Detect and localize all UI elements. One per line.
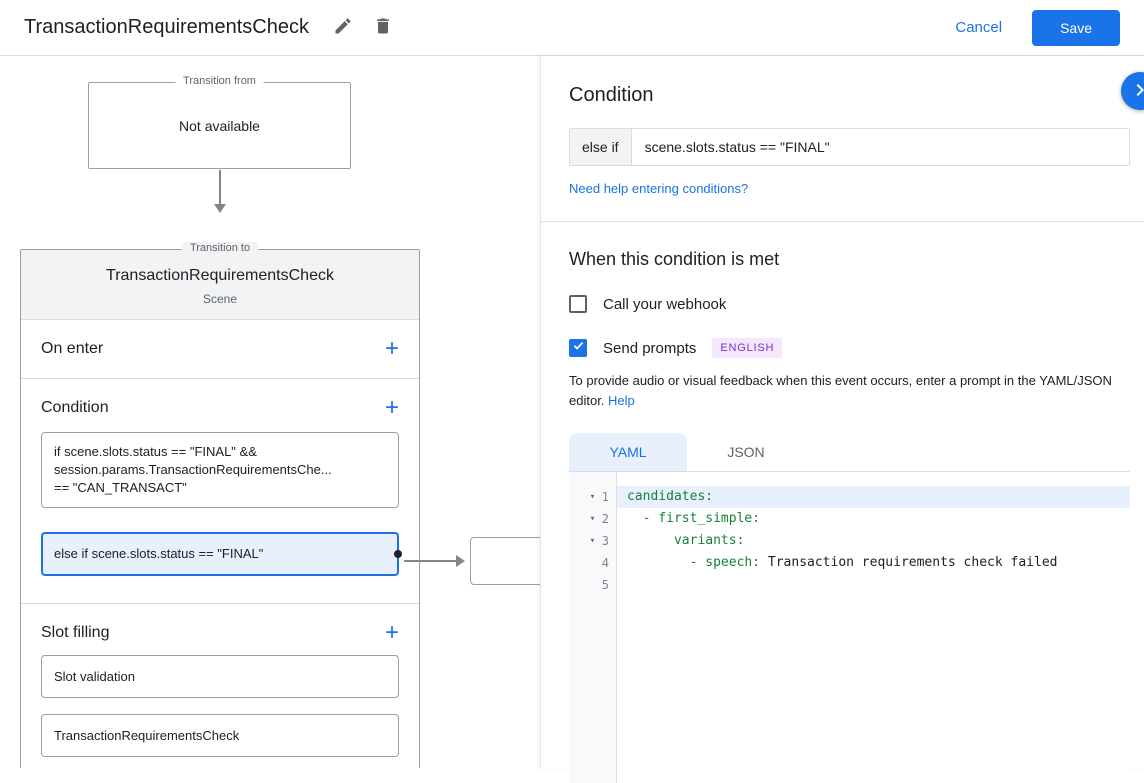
scene-title: TransactionRequirementsCheck	[33, 267, 407, 285]
pencil-icon	[333, 16, 353, 39]
collapse-arrow-icon[interactable]: ▾	[590, 492, 602, 502]
prompt-description: To provide audio or visual feedback when…	[569, 371, 1130, 411]
code-line-5[interactable]	[617, 574, 1130, 596]
code-line-1[interactable]: candidates:	[617, 486, 1130, 508]
webhook-checkbox[interactable]	[569, 295, 587, 313]
editor-tabs: YAML JSON	[569, 433, 1130, 471]
add-condition-button[interactable]: +	[385, 399, 399, 417]
line-number: 1	[602, 490, 609, 504]
gutter-row-3: ▾ 3	[569, 530, 616, 552]
collapse-arrow-icon[interactable]: ▾	[590, 536, 602, 546]
slot-filling-label: Slot filling	[41, 624, 109, 642]
slot-card-transaction-text: TransactionRequirementsCheck	[54, 728, 239, 743]
language-badge: ENGLISH	[712, 338, 782, 358]
line-number: 2	[602, 512, 609, 526]
condition-row[interactable]: Condition +	[21, 379, 419, 430]
condition-card-1-text: if scene.slots.status == "FINAL" && sess…	[54, 444, 332, 495]
slot-filling-section: Slot filling + Slot validation Transacti…	[21, 604, 419, 757]
condition-transition-arrow-icon	[456, 555, 465, 567]
tab-yaml[interactable]: YAML	[569, 433, 687, 471]
condition-section: Condition + if scene.slots.status == "FI…	[21, 379, 419, 604]
condition-editor-panel: Condition else if Need help entering con…	[540, 56, 1144, 768]
transition-arrow-line	[219, 170, 221, 204]
add-slot-button[interactable]: +	[385, 624, 399, 642]
delete-scene-button[interactable]	[367, 10, 399, 45]
line-number: 4	[602, 556, 609, 570]
chevron-right-icon	[1128, 78, 1144, 105]
slot-card-validation[interactable]: Slot validation	[41, 655, 399, 698]
on-enter-row[interactable]: On enter +	[21, 320, 419, 379]
send-prompts-row: Send prompts ENGLISH	[569, 338, 1130, 358]
code-line-2[interactable]: - first_simple:	[617, 508, 1130, 530]
collapse-arrow-icon[interactable]: ▾	[590, 514, 602, 524]
when-condition-met-title: When this condition is met	[569, 249, 1130, 270]
scene-header[interactable]: TransactionRequirementsCheck Scene	[21, 250, 419, 320]
edit-title-button[interactable]	[327, 10, 359, 45]
transition-from-box[interactable]: Transition from Not available	[88, 82, 351, 169]
slot-card-transaction[interactable]: TransactionRequirementsCheck	[41, 714, 399, 757]
line-number: 3	[602, 534, 609, 548]
transition-to-label: Transition to	[182, 242, 258, 254]
add-on-enter-button[interactable]: +	[385, 340, 399, 358]
editor-gutter: ▾ 1 ▾ 2 ▾ 3 4 5	[569, 472, 617, 783]
yaml-editor[interactable]: ▾ 1 ▾ 2 ▾ 3 4 5	[569, 471, 1130, 783]
prompt-description-text: To provide audio or visual feedback when…	[569, 373, 1112, 408]
gutter-row-2: ▾ 2	[569, 508, 616, 530]
slot-card-validation-text: Slot validation	[54, 669, 135, 684]
code-line-3[interactable]: variants:	[617, 530, 1130, 552]
help-link[interactable]: Help	[608, 393, 635, 408]
webhook-row: Call your webhook	[569, 295, 1130, 313]
gutter-row-4: 4	[569, 552, 616, 574]
transition-from-content: Not available	[89, 83, 350, 168]
condition-expression-input[interactable]	[632, 129, 1129, 165]
condition-card-2-selected[interactable]: else if scene.slots.status == "FINAL"	[41, 532, 399, 576]
check-icon	[572, 339, 585, 357]
scene-subtitle: Scene	[33, 292, 407, 306]
tab-json[interactable]: JSON	[687, 433, 805, 471]
page-title: TransactionRequirementsCheck	[24, 16, 309, 39]
code-line-4[interactable]: - speech: Transaction requirements check…	[617, 552, 1130, 574]
cancel-button[interactable]: Cancel	[951, 13, 1006, 42]
transition-target-box[interactable]	[470, 537, 540, 585]
send-prompts-checkbox[interactable]	[569, 339, 587, 357]
save-button[interactable]: Save	[1032, 10, 1120, 46]
webhook-label: Call your webhook	[603, 296, 726, 313]
condition-prefix-chip: else if	[570, 129, 632, 165]
on-enter-label: On enter	[41, 340, 103, 358]
gutter-row-1: ▾ 1	[569, 486, 616, 508]
condition-transition-line	[404, 560, 458, 562]
panel-title: Condition	[569, 84, 1130, 107]
condition-card-2-text: else if scene.slots.status == "FINAL"	[54, 546, 263, 561]
condition-expression-row: else if	[569, 128, 1130, 166]
condition-section-label: Condition	[41, 399, 109, 417]
scene-canvas: Transition from Not available Transition…	[0, 56, 540, 768]
send-prompts-label: Send prompts	[603, 340, 696, 357]
transition-to-box: Transition to TransactionRequirementsChe…	[20, 249, 420, 768]
condition-help-link[interactable]: Need help entering conditions?	[569, 181, 748, 196]
transition-from-label: Transition from	[175, 75, 264, 87]
trash-icon	[373, 16, 393, 39]
gutter-row-5: 5	[569, 574, 616, 596]
connector-dot-icon	[394, 550, 402, 558]
editor-code-area[interactable]: candidates: - first_simple: variants: - …	[617, 472, 1130, 783]
top-bar: TransactionRequirementsCheck Cancel Save	[0, 0, 1144, 56]
condition-card-1[interactable]: if scene.slots.status == "FINAL" && sess…	[41, 432, 399, 508]
transition-arrow-head-icon	[214, 204, 226, 213]
line-number: 5	[602, 578, 609, 592]
slot-filling-row[interactable]: Slot filling +	[21, 604, 419, 655]
panel-divider	[541, 221, 1144, 222]
